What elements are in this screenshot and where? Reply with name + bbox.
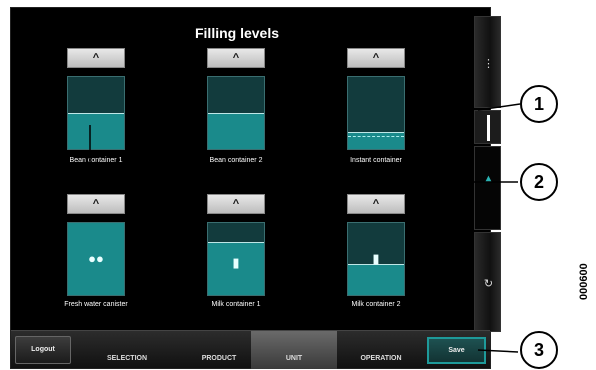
callout-2: 2 [520,163,558,201]
callout-lines [89,103,521,353]
callout-1: 1 [520,85,558,123]
callout-2-line [89,125,518,183]
callout-3: 3 [520,331,558,369]
callout-3-line [477,349,519,353]
figure-code: 000600 [578,263,590,300]
callout-1-line [477,103,521,111]
